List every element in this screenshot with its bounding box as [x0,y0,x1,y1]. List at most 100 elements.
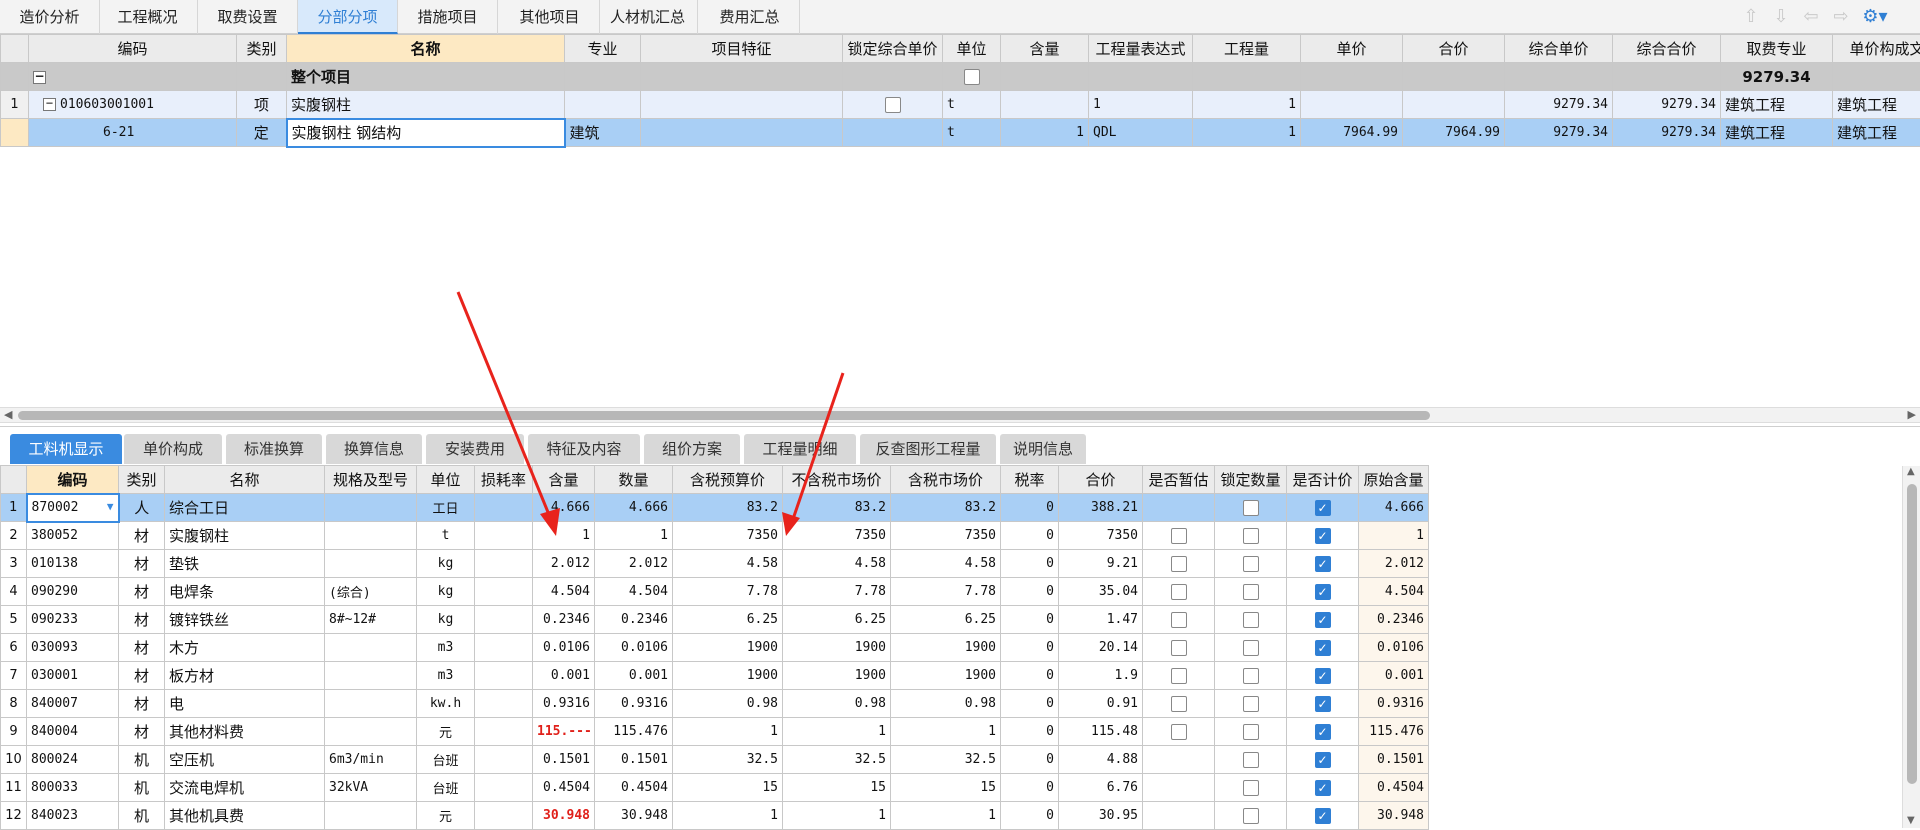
estimate-cell[interactable] [1143,662,1215,690]
resource-name[interactable]: 电 [165,690,325,718]
resource-qty[interactable]: 2.012 [595,550,673,578]
resource-row[interactable]: 7030001材板方材m30.0010.00119001900190001.9✓… [1,662,1429,690]
checkbox-icon[interactable]: ✓ [1315,724,1331,740]
lower-header-2[interactable]: 类别 [119,466,165,494]
resource-market-price-in[interactable]: 1900 [891,662,1001,690]
lower-header-17[interactable]: 原始含量 [1359,466,1429,494]
lower-header-10[interactable]: 不含税市场价 [783,466,891,494]
lock-qty-cell[interactable] [1215,746,1287,774]
up-arrow-icon[interactable]: ⇧ [1740,6,1762,28]
resource-unit[interactable]: 元 [417,802,475,830]
checkbox-icon[interactable] [1171,584,1187,600]
top-tab-1[interactable]: 造价分析 [0,0,100,34]
lower-header-4[interactable]: 规格及型号 [325,466,417,494]
resource-unit[interactable]: 工日 [417,494,475,522]
item-qty[interactable]: 1 [1193,91,1301,119]
resource-market-price-ex[interactable]: 7.78 [783,578,891,606]
priced-cell[interactable]: ✓ [1287,606,1359,634]
checkbox-icon[interactable]: ✓ [1315,640,1331,656]
checkbox-icon[interactable] [1243,528,1259,544]
lower-header-16[interactable]: 是否计价 [1287,466,1359,494]
quota-major[interactable]: 建筑 [565,119,641,147]
resource-loss[interactable] [475,662,533,690]
resource-code-edit[interactable]: 870002▼ [27,494,119,522]
upper-header-13[interactable]: 综合单价 [1505,35,1613,63]
checkbox-icon[interactable]: ✓ [1315,584,1331,600]
horizontal-scrollbar[interactable]: ◀ ▶ [0,407,1920,423]
resource-name[interactable]: 综合工日 [165,494,325,522]
resource-tax-rate[interactable]: 0 [1001,802,1059,830]
upper-header-15[interactable]: 取费专业 [1721,35,1833,63]
resource-unit[interactable]: kw.h [417,690,475,718]
resource-market-price-ex[interactable]: 1900 [783,662,891,690]
scroll-right-icon[interactable]: ▶ [1908,408,1916,421]
item-row[interactable]: 1−010603001001项实腹钢柱t119279.349279.34建筑工程… [1,91,1920,119]
resource-code[interactable]: 800024 [27,746,119,774]
bottom-tab-10[interactable]: 说明信息 [1000,434,1086,464]
checkbox-icon[interactable] [1243,612,1259,628]
resource-unit[interactable]: 元 [417,718,475,746]
scroll-up-icon[interactable]: ▲ [1907,466,1915,477]
item-major[interactable] [565,91,641,119]
collapse-icon[interactable]: − [33,71,46,84]
resource-row[interactable]: 9840004材其他材料费元115.---115.4761110115.48✓1… [1,718,1429,746]
checkbox-icon[interactable] [1243,556,1259,572]
top-tab-6[interactable]: 其他项目 [500,0,600,34]
resource-market-price-ex[interactable]: 1 [783,802,891,830]
resource-code[interactable]: 380052 [27,522,119,550]
resource-row[interactable]: 1870002▼人综合工日工日4.6664.66683.283.283.2038… [1,494,1429,522]
upper-header-5[interactable]: 项目特征 [641,35,843,63]
resource-content[interactable]: 0.9316 [533,690,595,718]
upper-header-2[interactable]: 类别 [237,35,287,63]
item-unit[interactable]: t [943,91,1001,119]
resource-tax-rate[interactable]: 0 [1001,690,1059,718]
item-name[interactable]: 实腹钢柱 [287,91,565,119]
checkbox-icon[interactable] [1171,668,1187,684]
resource-tax-rate[interactable]: 0 [1001,494,1059,522]
estimate-cell[interactable] [1143,802,1215,830]
lock-price-cell[interactable] [843,91,943,119]
resource-qty[interactable]: 0.0106 [595,634,673,662]
resource-loss[interactable] [475,522,533,550]
resource-loss[interactable] [475,606,533,634]
resource-spec[interactable] [325,690,417,718]
resource-unit[interactable]: kg [417,578,475,606]
bottom-tab-8[interactable]: 工程量明细 [744,434,856,464]
resource-market-price-ex[interactable]: 1900 [783,634,891,662]
lock-qty-cell[interactable] [1215,578,1287,606]
checkbox-icon[interactable] [1243,696,1259,712]
resource-market-price-ex[interactable]: 32.5 [783,746,891,774]
lower-header-12[interactable]: 税率 [1001,466,1059,494]
resource-spec[interactable]: 6m3/min [325,746,417,774]
panel-divider[interactable] [0,426,1920,427]
resource-row[interactable]: 10800024机空压机6m3/min台班0.15010.150132.532.… [1,746,1429,774]
resource-code[interactable]: 800033 [27,774,119,802]
resource-budget-price[interactable]: 32.5 [673,746,783,774]
resource-code[interactable]: 840007 [27,690,119,718]
upper-header-4[interactable]: 专业 [565,35,641,63]
priced-cell[interactable]: ✓ [1287,774,1359,802]
resource-market-price-ex[interactable]: 1 [783,718,891,746]
checkbox-icon[interactable] [1243,640,1259,656]
estimate-cell[interactable] [1143,522,1215,550]
checkbox-icon[interactable]: ✓ [1315,780,1331,796]
resource-content[interactable]: 0.4504 [533,774,595,802]
checkbox-icon[interactable] [1243,724,1259,740]
resource-qty[interactable]: 0.4504 [595,774,673,802]
top-tab-5[interactable]: 措施项目 [398,0,498,34]
checkbox-icon[interactable]: ✓ [1315,696,1331,712]
resource-code[interactable]: 840004 [27,718,119,746]
resource-row[interactable]: 11800033机交流电焊机32kVA台班0.45040.45041515150… [1,774,1429,802]
upper-header-9[interactable]: 工程量表达式 [1089,35,1193,63]
checkbox-icon[interactable]: ✓ [1315,612,1331,628]
lock-qty-cell[interactable] [1215,802,1287,830]
resource-qty[interactable]: 4.666 [595,494,673,522]
resource-tax-rate[interactable]: 0 [1001,634,1059,662]
upper-header-11[interactable]: 单价 [1301,35,1403,63]
lower-header-11[interactable]: 含税市场价 [891,466,1001,494]
upper-header-16[interactable]: 单价构成文件 [1833,35,1920,63]
top-tab-7[interactable]: 人材机汇总 [598,0,698,34]
resource-tax-rate[interactable]: 0 [1001,550,1059,578]
resource-market-price-in[interactable]: 32.5 [891,746,1001,774]
upper-header-8[interactable]: 含量 [1001,35,1089,63]
